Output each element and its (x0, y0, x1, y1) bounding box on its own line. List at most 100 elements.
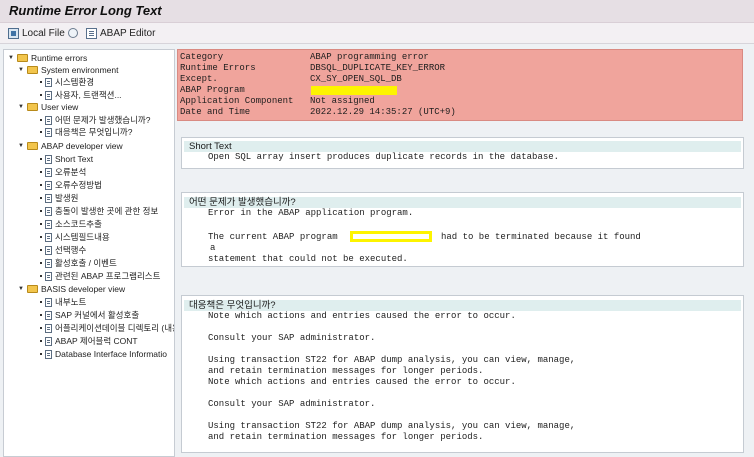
document-icon (45, 336, 52, 346)
bullet-icon (40, 262, 42, 264)
folder-icon (27, 285, 38, 293)
advice-line: Consult your SAP administrator. (208, 333, 376, 343)
short-text-panel: Short Text Open SQL array insert produce… (181, 137, 744, 169)
header-row: Except. CX_SY_OPEN_SQL_DB (180, 74, 402, 84)
tree-node-abap-developer-view[interactable]: ▼ ABAP developer view (18, 140, 123, 152)
bullet-icon (40, 249, 42, 251)
error-header: Category ABAP programming error Runtime E… (177, 49, 743, 121)
document-icon (45, 90, 52, 100)
bullet-icon (40, 197, 42, 199)
tree-node-system-environment[interactable]: ▼ System environment (18, 64, 118, 76)
abap-editor-label: ABAP Editor (100, 27, 156, 39)
what-happened-line: The current ABAP program (208, 232, 338, 242)
advice-line: Consult your SAP administrator. (208, 399, 376, 409)
header-row: Date and Time 2022.12.29 14:35:27 (UTC+9) (180, 107, 456, 117)
document-icon (45, 180, 52, 190)
tree-leaf[interactable]: SAP 커널에서 활성호출 (40, 309, 139, 321)
document-icon (45, 219, 52, 229)
bullet-icon (40, 223, 42, 225)
advice-line: Using transaction ST22 for ABAP dump ana… (208, 355, 576, 365)
advice-line: Using transaction ST22 for ABAP dump ana… (208, 421, 576, 431)
bullet-icon (40, 131, 42, 133)
document-icon (45, 167, 52, 177)
document-icon (45, 297, 52, 307)
document-icon (45, 323, 52, 333)
tree-leaf[interactable]: 시스템필드내용 (40, 231, 110, 243)
bullet-icon (40, 184, 42, 186)
what-happened-panel: 어떤 문제가 발생했습니까? Error in the ABAP applica… (181, 192, 744, 267)
tree-leaf[interactable]: 어떤 문제가 발생했습니까? (40, 114, 150, 126)
title-bar: Runtime Error Long Text (0, 0, 754, 23)
content-area: Category ABAP programming error Runtime E… (177, 49, 754, 457)
tree-leaf[interactable]: 대응책은 무엇입니까? (40, 126, 132, 138)
bullet-icon (40, 314, 42, 316)
collapse-icon[interactable]: ▼ (18, 286, 24, 292)
document-icon (45, 258, 52, 268)
local-file-label: Local File (22, 27, 65, 39)
short-text-header: Short Text (184, 141, 741, 152)
advice-line: and retain termination messages for long… (208, 432, 484, 442)
tree-leaf[interactable]: 선택행수 (40, 244, 86, 256)
document-icon (45, 115, 52, 125)
tree-leaf[interactable]: 관련된 ABAP 프로그램리스트 (40, 270, 160, 282)
editor-icon (86, 27, 97, 39)
header-row: Runtime Errors DBSQL_DUPLICATE_KEY_ERROR (180, 63, 446, 73)
save-local-icon (8, 27, 19, 39)
what-happened-header: 어떤 문제가 발생했습니까? (184, 197, 741, 208)
settings-button[interactable] (68, 26, 78, 40)
collapse-icon[interactable]: ▼ (18, 143, 24, 149)
tree-node-basis-developer-view[interactable]: ▼ BASIS developer view (18, 283, 125, 295)
tree-leaf[interactable]: 오류분석 (40, 166, 86, 178)
redacted-program-box (350, 231, 432, 242)
abap-editor-button[interactable]: ABAP Editor (86, 26, 155, 40)
bullet-icon (40, 275, 42, 277)
tree-leaf[interactable]: 충돌이 발생한 곳에 관한 정보 (40, 205, 158, 217)
toolbar: Local File ABAP Editor (0, 23, 754, 44)
document-icon (45, 310, 52, 320)
navigation-tree: ▼ Runtime errors ▼ System environment 시스… (3, 49, 175, 457)
folder-icon (27, 142, 38, 150)
document-icon (45, 349, 52, 359)
what-happened-line: a (210, 243, 216, 253)
what-happened-line: had to be terminated because it found (441, 232, 641, 242)
tree-leaf[interactable]: ABAP 제어블럭 CONT (40, 335, 138, 347)
header-row: Category ABAP programming error (180, 52, 429, 62)
bullet-icon (40, 340, 42, 342)
tree-leaf[interactable]: 활성호출 / 이벤트 (40, 257, 117, 269)
bullet-icon (40, 158, 42, 160)
header-row: Application Component Not assigned (180, 96, 375, 106)
collapse-icon[interactable]: ▼ (18, 104, 24, 110)
document-icon (45, 271, 52, 281)
folder-icon (27, 103, 38, 111)
header-row: ABAP Program (180, 85, 740, 96)
collapse-icon[interactable]: ▼ (18, 67, 24, 73)
what-can-you-do-header: 대응책은 무엇입니까? (184, 300, 741, 311)
tree-leaf[interactable]: 시스템환경 (40, 76, 94, 88)
tree-leaf[interactable]: 발생원 (40, 192, 78, 204)
advice-line: Note which actions and entries caused th… (208, 377, 516, 387)
tree-leaf[interactable]: 내부노트 (40, 296, 86, 308)
tree-leaf[interactable]: 오류수정방법 (40, 179, 102, 191)
document-icon (45, 206, 52, 216)
bullet-icon (40, 94, 42, 96)
window-title: Runtime Error Long Text (9, 3, 162, 18)
redacted-program-name (311, 86, 397, 95)
tree-leaf[interactable]: 어플리케이션데이블 디렉토리 (내용 (40, 322, 174, 334)
bullet-icon (40, 353, 42, 355)
tree-leaf[interactable]: Short Text (40, 153, 93, 165)
bullet-icon (40, 301, 42, 303)
document-icon (45, 77, 52, 87)
tree-leaf[interactable]: 사용자, 트랜잭션... (40, 89, 122, 101)
collapse-icon[interactable]: ▼ (8, 55, 14, 61)
tree-node-runtime-errors[interactable]: ▼ Runtime errors (8, 52, 87, 64)
tree-node-user-view[interactable]: ▼ User view (18, 101, 78, 113)
document-icon (45, 232, 52, 242)
tree-leaf[interactable]: Database Interface Informatio (40, 348, 167, 360)
folder-icon (27, 66, 38, 74)
tree-leaf[interactable]: 소스코드추출 (40, 218, 102, 230)
folder-icon (17, 54, 28, 62)
document-icon (45, 193, 52, 203)
bullet-icon (40, 119, 42, 121)
what-happened-line: statement that could not be executed. (208, 254, 408, 264)
local-file-button[interactable]: Local File (8, 26, 65, 40)
